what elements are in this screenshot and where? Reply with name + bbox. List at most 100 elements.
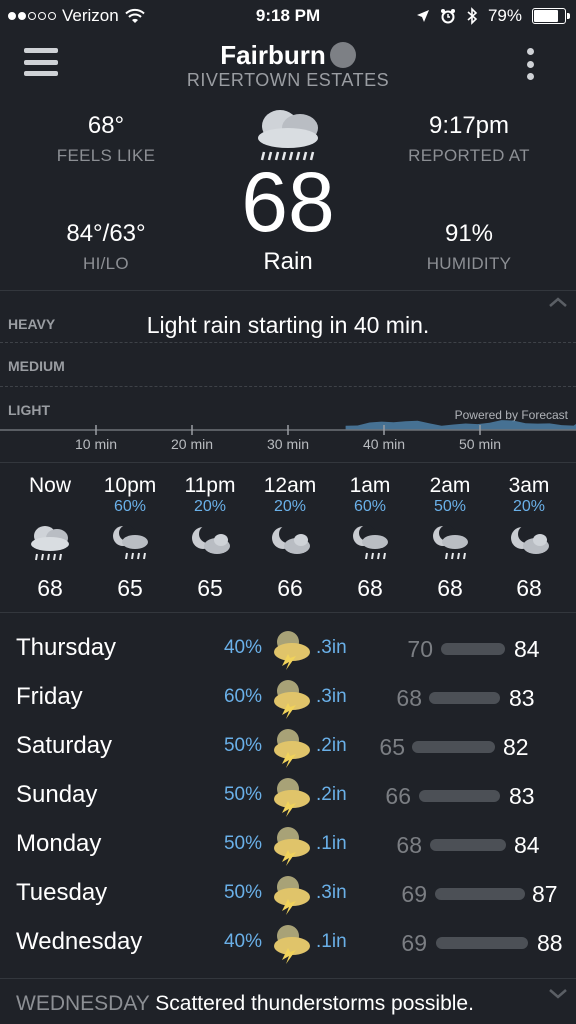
forecast-text: Scattered thunderstorms possible.	[155, 992, 474, 1015]
hour-item[interactable]: 1am 60% 68	[330, 474, 410, 602]
hour-precip-chance: 60%	[353, 498, 387, 515]
day-precip-amount: .3in	[316, 686, 347, 707]
day-precip-chance: 40%	[223, 931, 262, 952]
moon-cloud-icon	[192, 525, 230, 554]
tick-label: 40 min	[362, 436, 406, 452]
day-precip-chance: 50%	[223, 735, 262, 756]
location-subtitle: RIVERTOWN ESTATES	[186, 70, 390, 90]
current-conditions[interactable]: 68° FEELS LIKE 9:17pm REPORTED AT 84°/63…	[0, 100, 576, 290]
storm-icon	[274, 827, 310, 866]
hour-precip-chance: 20%	[193, 498, 227, 515]
day-precip-amount: .2in	[316, 784, 347, 805]
precipitation-summary: Light rain starting in 40 min.	[146, 312, 430, 338]
location-status-dot-icon	[329, 42, 356, 68]
hour-time: 10pm	[103, 474, 157, 497]
day-row[interactable]: Wednesday 40% .1in 69 88	[0, 918, 576, 967]
temp-range-bar	[435, 888, 525, 900]
header: Fairburn RIVERTOWN ESTATES	[0, 36, 576, 96]
day-row[interactable]: Monday 50% .1in 68 84	[0, 820, 576, 869]
day-name: Tuesday	[16, 879, 108, 906]
hour-item[interactable]: Now 68	[10, 474, 90, 602]
day-row[interactable]: Saturday 50% .2in 65 82	[0, 722, 576, 771]
location-title[interactable]: Fairburn	[0, 40, 576, 71]
day-precip-amount: .1in	[316, 833, 347, 854]
day-row[interactable]: Sunday 50% .2in 66 83	[0, 771, 576, 820]
hour-item[interactable]: 10pm 60% 65	[90, 474, 170, 602]
feels-like-value: 68°	[87, 112, 125, 139]
day-low: 69	[401, 881, 427, 907]
precipitation-graph[interactable]: HEAVY MEDIUM LIGHT Light rain starting i…	[0, 290, 576, 462]
storm-icon	[274, 680, 310, 719]
moon-cloud-icon	[511, 525, 549, 554]
hour-precip-chance: 20%	[273, 498, 307, 515]
hour-temp: 66	[277, 575, 303, 601]
feels-like-stat: 68° FEELS LIKE	[16, 112, 196, 166]
day-precip-chance: 60%	[223, 686, 262, 707]
storm-icon	[274, 778, 310, 817]
day-low: 70	[407, 636, 433, 662]
moon-rain-icon	[433, 525, 468, 560]
hour-item[interactable]: 11pm 20% 65	[170, 474, 250, 602]
day-high: 84	[514, 636, 540, 662]
hour-time: 11pm	[184, 474, 236, 497]
day-precip-chance: 50%	[223, 784, 262, 805]
day-low: 65	[379, 734, 405, 760]
level-heavy-line	[0, 342, 576, 343]
level-medium-label: MEDIUM	[8, 358, 65, 374]
hourly-forecast[interactable]: Now 68 10pm 60% 65 11pm 20% 65 12am 20% …	[0, 474, 576, 614]
hour-time: 12am	[263, 474, 317, 497]
hour-precip-chance	[10, 498, 90, 518]
storm-icon	[274, 729, 310, 768]
day-low: 66	[385, 783, 411, 809]
day-precip-chance: 50%	[223, 882, 262, 903]
hour-temp: 65	[117, 575, 143, 601]
temp-range-bar	[429, 692, 500, 704]
forecast-day: WEDNESDAY	[16, 992, 150, 1015]
day-row[interactable]: Friday 60% .3in 68 83	[0, 673, 576, 722]
day-low: 69	[401, 930, 427, 956]
day-name: Monday	[16, 830, 102, 857]
day-name: Wednesday	[16, 928, 143, 955]
divider	[0, 462, 576, 463]
storm-icon	[274, 925, 310, 964]
more-options-icon[interactable]	[526, 48, 534, 80]
tick-label: 20 min	[170, 436, 214, 452]
level-medium-line	[0, 386, 576, 387]
bluetooth-icon	[467, 7, 478, 25]
day-name: Sunday	[16, 781, 98, 808]
battery-icon	[532, 8, 570, 24]
hour-temp: 68	[357, 575, 383, 601]
day-row[interactable]: Thursday 40% .3in 70 84	[0, 624, 576, 673]
forecast-summary[interactable]: WEDNESDAY Scattered thunderstorms possib…	[0, 978, 576, 1024]
day-high: 84	[514, 832, 540, 858]
day-low: 68	[396, 685, 422, 711]
day-low: 68	[396, 832, 422, 858]
day-name: Friday	[16, 683, 83, 710]
hour-temp: 65	[197, 575, 223, 601]
chevron-down-icon[interactable]	[548, 988, 568, 1000]
hour-item[interactable]: 12am 20% 66	[250, 474, 330, 602]
hour-temp: 68	[516, 575, 542, 601]
hour-precip-chance: 50%	[433, 498, 467, 515]
hour-item[interactable]: 3am 20% 68	[489, 474, 569, 602]
status-bar: Verizon 9:18 PM 79%	[0, 0, 576, 34]
hour-item[interactable]: 2am 50% 68	[410, 474, 490, 602]
current-temperature: 68	[241, 155, 335, 249]
location-name: Fairburn	[220, 40, 326, 70]
precipitation-intensity-area	[345, 420, 576, 430]
chevron-up-icon[interactable]	[548, 296, 568, 308]
moon-cloud-icon	[272, 525, 310, 554]
tick-label: 30 min	[266, 436, 310, 452]
day-name: Thursday	[16, 634, 117, 661]
storm-icon	[274, 631, 310, 670]
temp-range-bar	[441, 643, 505, 655]
storm-icon	[274, 876, 310, 915]
day-name: Saturday	[16, 732, 113, 759]
day-precip-chance: 50%	[223, 833, 262, 854]
moon-rain-icon	[113, 525, 148, 560]
temp-range-bar	[436, 937, 528, 949]
tick-label: 50 min	[458, 436, 502, 452]
temp-range-bar	[412, 741, 495, 753]
hour-time: 1am	[349, 474, 391, 497]
day-row[interactable]: Tuesday 50% .3in 69 87	[0, 869, 576, 918]
